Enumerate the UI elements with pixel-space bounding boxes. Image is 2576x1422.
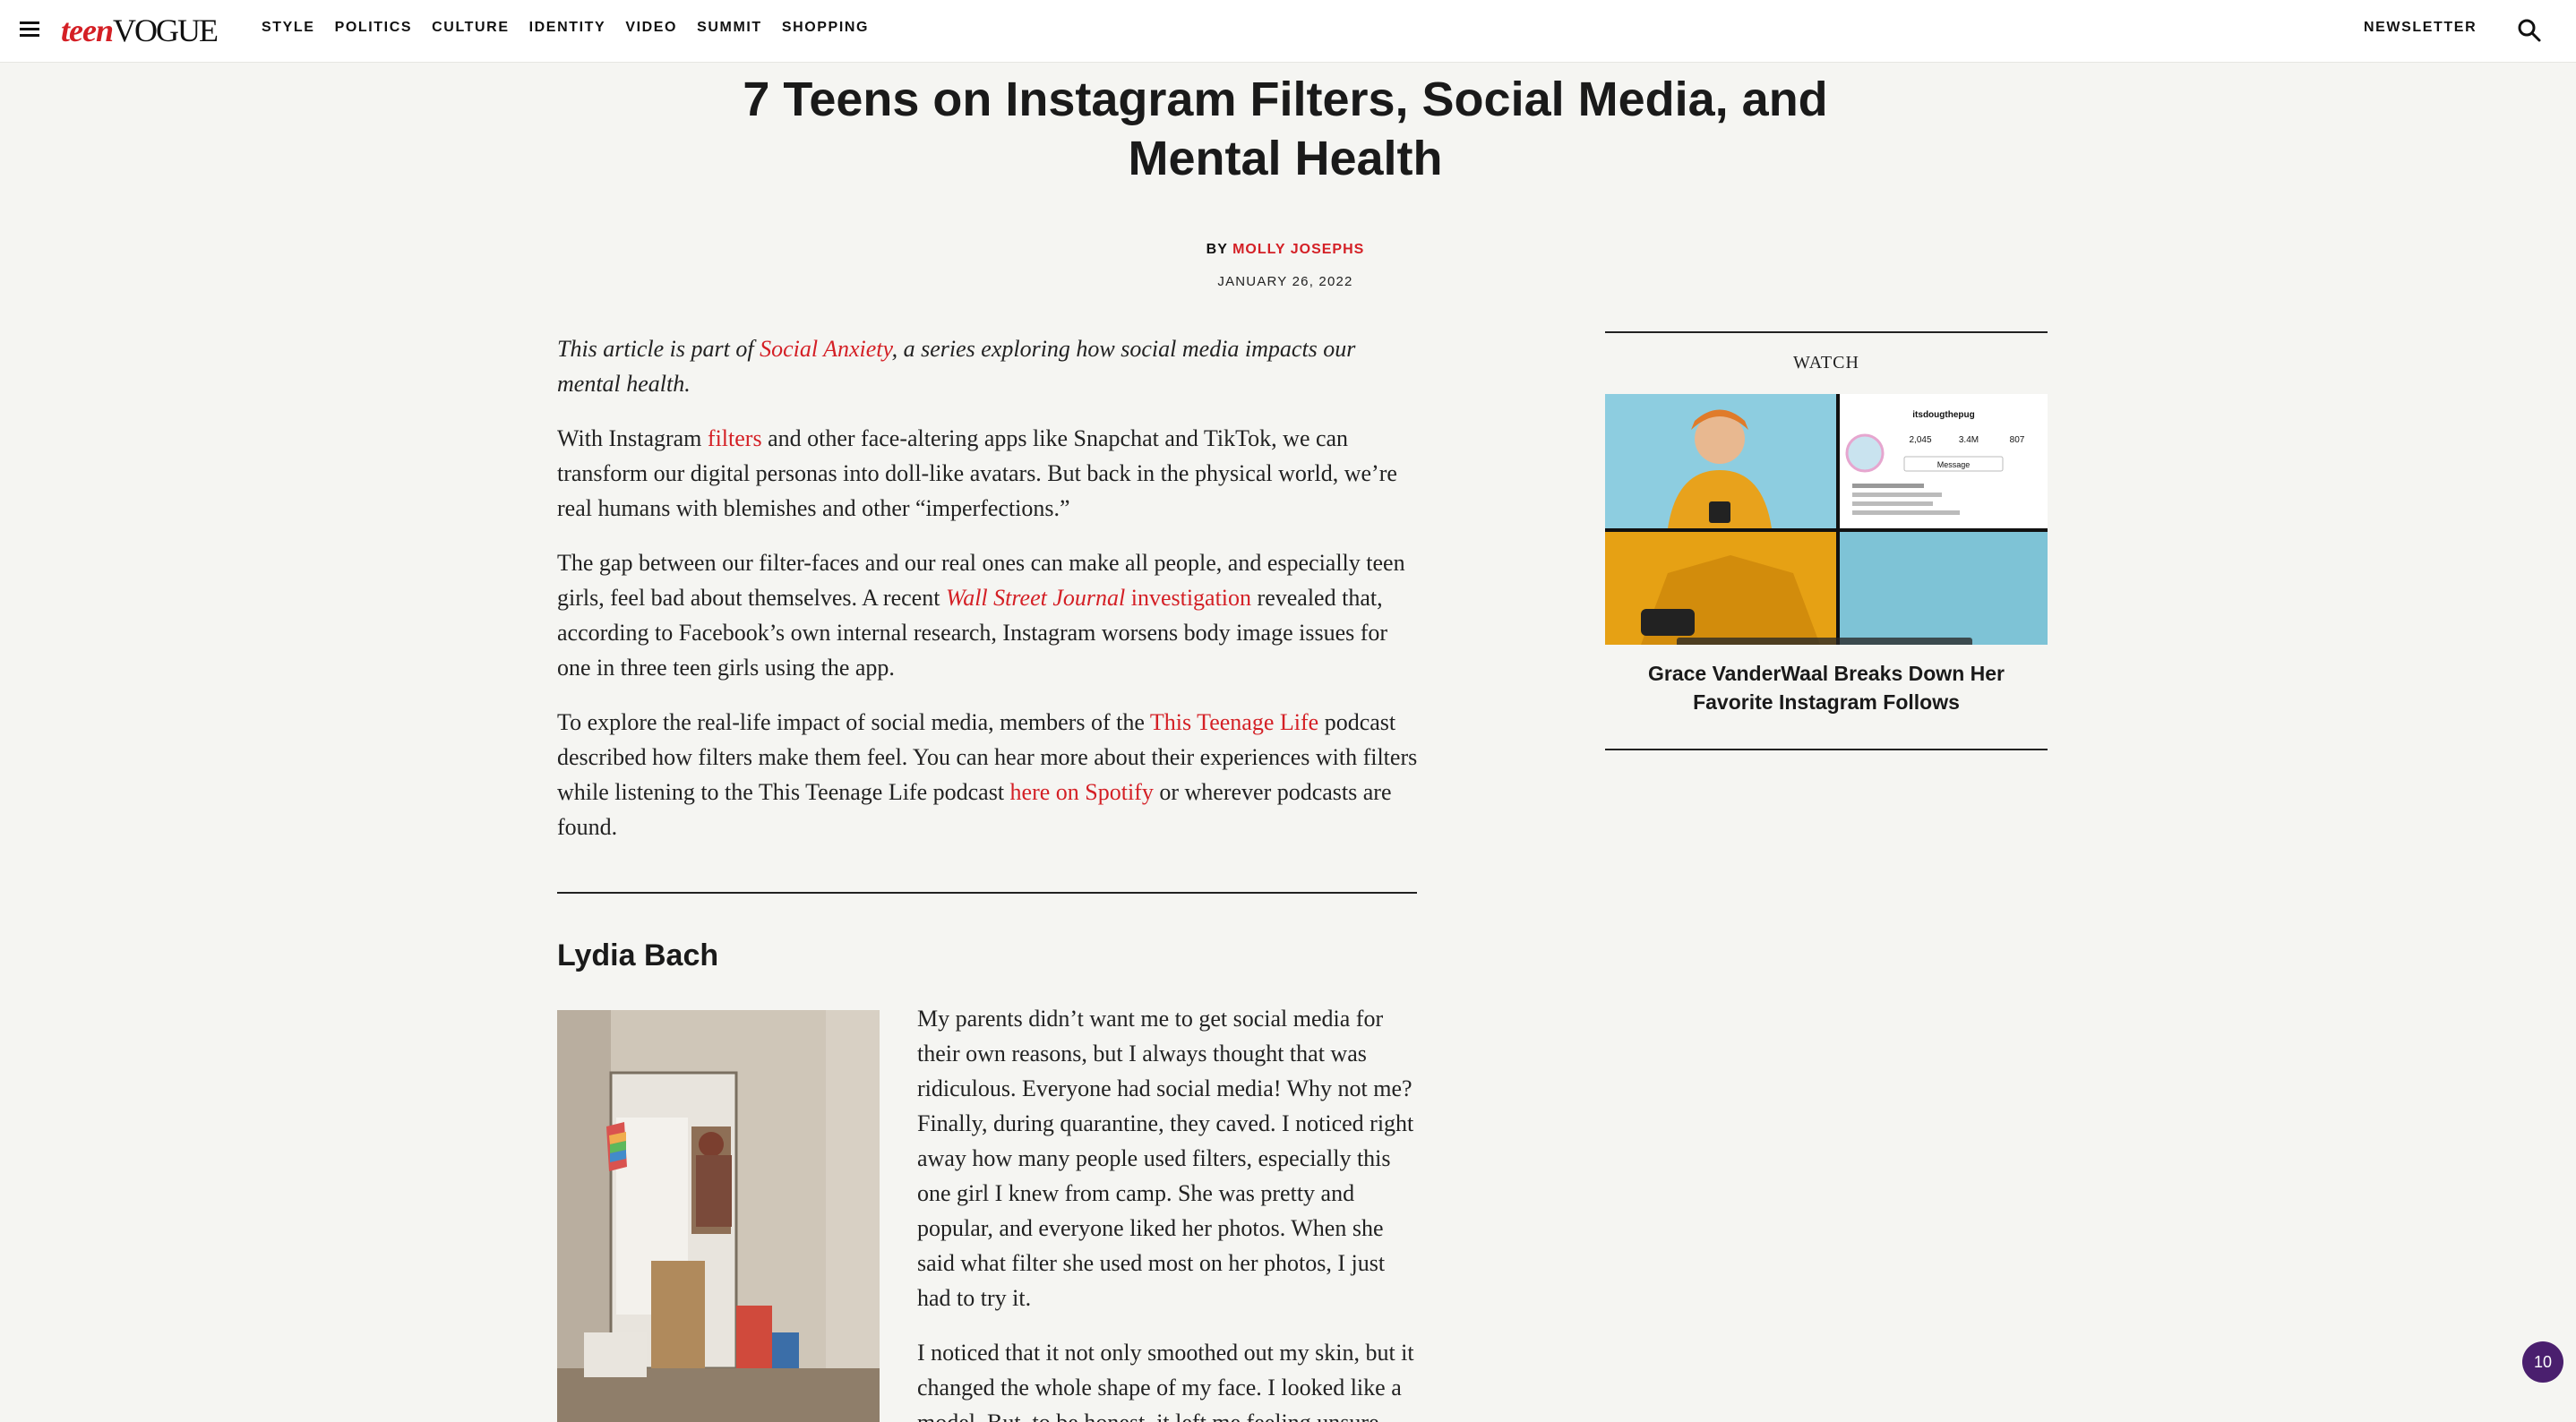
intro-text: This article is part of bbox=[557, 336, 760, 362]
teen-vogue-logo[interactable]: teenVOGUE bbox=[61, 13, 219, 48]
article-body: This article is part of Social Anxiety, … bbox=[557, 331, 1419, 864]
byline: BY MOLLY JOSEPHS bbox=[985, 242, 1585, 258]
phone-following: 807 bbox=[2010, 435, 2025, 445]
video-caption: Loads of followers, 3.4 million follower… bbox=[1677, 638, 1972, 645]
nav-summit[interactable]: SUMMIT bbox=[697, 20, 762, 36]
social-anxiety-link[interactable]: Social Anxiety bbox=[760, 336, 892, 362]
article-title: 7 Teens on Instagram Filters, Social Med… bbox=[743, 73, 1828, 185]
video-title-link[interactable]: Grace VanderWaal Breaks Down Her Favorit… bbox=[1632, 659, 2021, 716]
paragraph-1: With Instagram filters and other face-al… bbox=[557, 421, 1419, 526]
phone-message-button: Message bbox=[1937, 460, 1971, 469]
nav-shopping[interactable]: SHOPPING bbox=[782, 20, 869, 36]
notification-badge[interactable]: 10 bbox=[2522, 1341, 2563, 1383]
quote-paragraph-2: I noticed that it not only smoothed out … bbox=[917, 1340, 1414, 1422]
article-intro: This article is part of Social Anxiety, … bbox=[557, 331, 1419, 401]
lydia-quote: My parents didn’t want me to get social … bbox=[917, 1001, 1421, 1422]
phone-followers: 3.4M bbox=[1959, 435, 1979, 445]
phone-handle: itsdougthepug bbox=[1912, 410, 1974, 420]
byline-prefix: BY bbox=[1206, 242, 1233, 257]
newsletter-link[interactable]: NEWSLETTER bbox=[2364, 20, 2477, 36]
logo-vogue: VOGUE bbox=[112, 13, 219, 48]
p1-text: With Instagram bbox=[557, 425, 708, 451]
p3-text: To explore the real-life impact of socia… bbox=[557, 709, 1150, 735]
wsj-link[interactable]: Wall Street Journal bbox=[946, 585, 1125, 611]
top-navigation-bar: teenVOGUE STYLE POLITICS CULTURE IDENTIT… bbox=[0, 0, 2576, 63]
lydia-bach-photo bbox=[557, 1010, 880, 1422]
nav-culture[interactable]: CULTURE bbox=[432, 20, 509, 36]
filters-link[interactable]: filters bbox=[708, 425, 762, 451]
video-thumbnail[interactable]: itsdougthepug 2,045 3.4M 807 Message Loa… bbox=[1605, 394, 2048, 645]
logo-teen: teen bbox=[61, 13, 114, 48]
investigation-link[interactable]: investigation bbox=[1125, 585, 1251, 611]
publish-date: JANUARY 26, 2022 bbox=[1217, 274, 1353, 289]
author-link[interactable]: MOLLY JOSEPHS bbox=[1232, 242, 1364, 257]
nav-video[interactable]: VIDEO bbox=[625, 20, 677, 36]
menu-icon[interactable] bbox=[20, 21, 39, 38]
video-frame: itsdougthepug 2,045 3.4M 807 Message bbox=[1605, 394, 2048, 645]
paragraph-3: To explore the real-life impact of socia… bbox=[557, 705, 1419, 844]
watch-module: WATCH itsdougthepug 2,045 3.4M 807 Messa… bbox=[1605, 331, 2048, 750]
quote-paragraph-1: My parents didn’t want me to get social … bbox=[917, 1006, 1414, 1311]
nav-politics[interactable]: POLITICS bbox=[335, 20, 413, 36]
search-icon[interactable] bbox=[2517, 18, 2542, 43]
section-heading: Lydia Bach bbox=[557, 938, 719, 972]
this-teenage-life-link[interactable]: This Teenage Life bbox=[1150, 709, 1318, 735]
paragraph-2: The gap between our filter-faces and our… bbox=[557, 545, 1419, 685]
spotify-link[interactable]: here on Spotify bbox=[1010, 779, 1154, 805]
nav-style[interactable]: STYLE bbox=[262, 20, 315, 36]
main-nav: STYLE POLITICS CULTURE IDENTITY VIDEO SU… bbox=[262, 20, 889, 36]
watch-label: WATCH bbox=[1793, 353, 1859, 373]
section-divider bbox=[557, 892, 1417, 894]
nav-identity[interactable]: IDENTITY bbox=[529, 20, 606, 36]
phone-posts: 2,045 bbox=[1909, 435, 1931, 445]
